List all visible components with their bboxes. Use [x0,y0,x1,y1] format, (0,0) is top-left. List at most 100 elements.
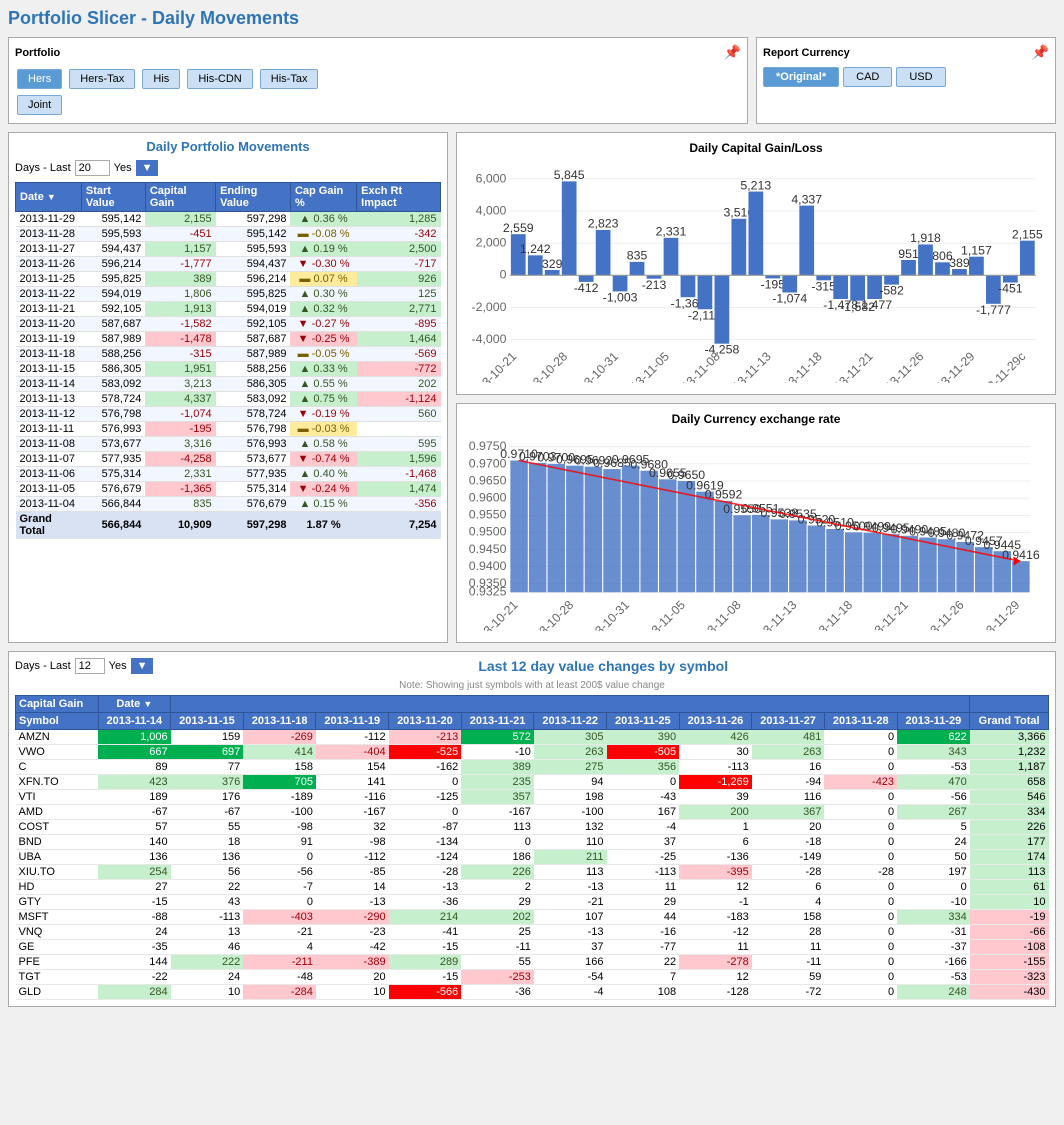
cell-val-3: 32 [316,820,389,835]
cell-symbol: GLD [16,985,99,1000]
cell-ending: 592,105 [216,317,291,332]
cell-val-9: -149 [752,850,825,865]
cell-val-12: -108 [970,940,1049,955]
cell-pct: ▲ 0.55 % [290,377,356,392]
cell-val-2: 4 [243,940,316,955]
cell-start: 566,844 [81,497,145,512]
svg-text:-213: -213 [642,278,667,292]
days-input[interactable] [75,160,110,176]
days-filter-btn[interactable]: ▼ [136,160,159,176]
cell-pct: ▬ -0.03 % [290,422,356,437]
currency-usd[interactable]: USD [896,67,945,87]
cell-val-9: 4 [752,895,825,910]
sym-col-5: 2013-11-20 [389,713,462,730]
table-row: 2013-11-06 575,314 2,331 577,935 ▲ 0.40 … [16,467,441,482]
table-row: 2013-11-11 576,993 -195 576,798 ▬ -0.03 … [16,422,441,437]
filter-his-cdn[interactable]: His-CDN [187,69,252,89]
svg-text:13-11-05: 13-11-05 [644,598,688,632]
cell-symbol: GE [16,940,99,955]
cell-val-4: -134 [389,835,462,850]
capital-gain-title: Daily Capital Gain/Loss [465,141,1047,155]
currency-cad[interactable]: CAD [843,67,892,87]
days-filter-btn-2[interactable]: ▼ [131,658,154,674]
symbol-row: XFN.TO4233767051410235940-1,269-94-42347… [16,775,1049,790]
cell-val-7: 108 [607,985,680,1000]
cell-symbol: XIU.TO [16,865,99,880]
cell-exch: 595 [357,437,441,452]
svg-text:0.9416: 0.9416 [1002,548,1040,562]
cell-val-10: 0 [824,925,897,940]
cell-val-3: -85 [316,865,389,880]
cell-gain: 3,213 [145,377,215,392]
symbol-section: Days - Last Yes ▼ Last 12 day value chan… [8,651,1056,1007]
cell-gain: 2,155 [145,212,215,227]
svg-text:2,155: 2,155 [1012,227,1043,241]
days-input-2[interactable] [75,658,105,674]
svg-text:13-11-29c: 13-11-29c [980,349,1028,383]
cell-ending: 587,687 [216,332,291,347]
days-filter-1: Days - Last Yes ▼ [15,160,441,176]
table-row: 2013-11-22 594,019 1,806 595,825 ▲ 0.30 … [16,287,441,302]
cell-val-12: 174 [970,850,1049,865]
cell-val-0: 89 [98,760,171,775]
cell-val-4: -28 [389,865,462,880]
symbol-table-title: Last 12 day value changes by symbol [157,658,1049,674]
cell-exch: 2,771 [357,302,441,317]
svg-text:1,157: 1,157 [961,243,992,257]
cell-val-4: -15 [389,940,462,955]
cell-val-9: 20 [752,820,825,835]
svg-text:2,559: 2,559 [503,221,534,235]
cell-val-1: 222 [171,955,244,970]
cell-val-4: 0 [389,805,462,820]
cell-date: 2013-11-25 [16,272,82,287]
filter-hers-tax[interactable]: Hers-Tax [69,69,135,89]
cell-val-8: 6 [679,835,752,850]
cell-val-11: 470 [897,775,970,790]
col-ending: Ending Value [216,183,291,212]
cell-val-9: -72 [752,985,825,1000]
filter-joint[interactable]: Joint [17,95,62,115]
symbol-row: HD2722-714-132-13111260061 [16,880,1049,895]
cell-start: 583,092 [81,377,145,392]
svg-text:13-11-18: 13-11-18 [781,349,825,383]
svg-text:13-10-31: 13-10-31 [587,598,632,632]
cell-val-5: 0 [461,835,534,850]
cell-val-2: 91 [243,835,316,850]
cell-val-10: -423 [824,775,897,790]
cell-val-10: 0 [824,805,897,820]
cell-val-0: -67 [98,805,171,820]
cell-val-6: 211 [534,850,607,865]
symbol-row: GLD28410-28410-566-36-4108-128-720248-43… [16,985,1049,1000]
cell-val-2: -284 [243,985,316,1000]
svg-text:13-11-29: 13-11-29 [978,598,1022,632]
cell-val-0: 140 [98,835,171,850]
portfolio-pin-icon[interactable]: 📌 [724,44,741,61]
cell-pct: ▲ 0.36 % [290,212,356,227]
filter-hers[interactable]: Hers [17,69,62,89]
currency-pin-icon[interactable]: 📌 [1032,44,1049,61]
cell-val-9: 116 [752,790,825,805]
cell-val-11: -37 [897,940,970,955]
svg-text:13-10-21: 13-10-21 [475,349,520,383]
exchange-rate-chart: Daily Currency exchange rate 0.93250.935… [456,403,1056,643]
cell-val-4: -36 [389,895,462,910]
cell-date: 2013-11-14 [16,377,82,392]
currency-label: Report Currency 📌 [763,44,1049,61]
cell-val-12: -155 [970,955,1049,970]
cell-val-1: 176 [171,790,244,805]
filter-his[interactable]: His [142,69,180,89]
cell-val-12: 113 [970,865,1049,880]
cell-symbol: VNQ [16,925,99,940]
cell-date: 2013-11-05 [16,482,82,497]
cell-val-5: 186 [461,850,534,865]
filter-his-tax[interactable]: His-Tax [260,69,319,89]
cell-symbol: AMZN [16,730,99,745]
currency-original[interactable]: *Original* [763,67,839,87]
days-filter-2-label: Days - Last [15,660,71,672]
cell-val-12: 334 [970,805,1049,820]
table-row: 2013-11-26 596,214 -1,777 594,437 ▼ -0.3… [16,257,441,272]
table-row: 2013-11-15 586,305 1,951 588,256 ▲ 0.33 … [16,362,441,377]
cell-val-2: -7 [243,880,316,895]
svg-text:2,331: 2,331 [656,225,687,239]
cell-ending: 576,993 [216,437,291,452]
